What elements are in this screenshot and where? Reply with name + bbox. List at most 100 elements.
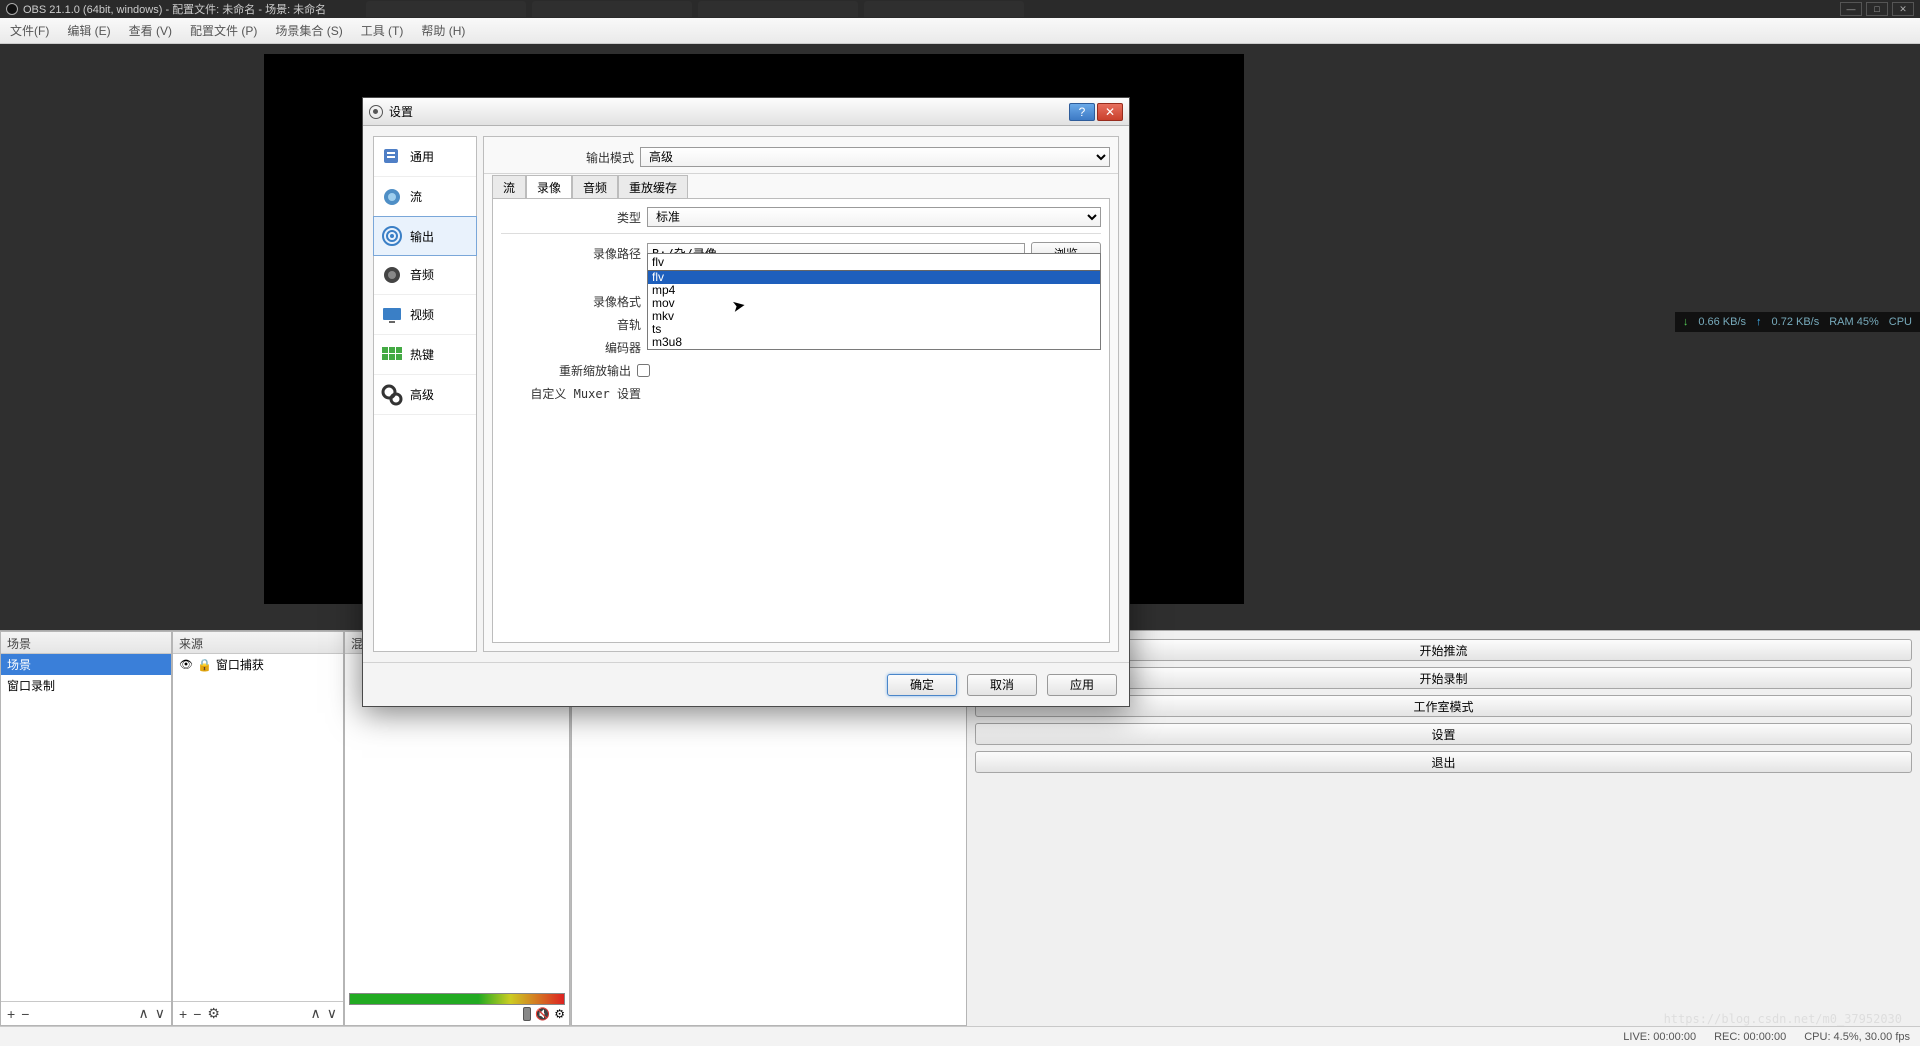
source-down-button[interactable]: ∨ (327, 1005, 337, 1022)
recording-format-dropdown[interactable]: flv flv mp4 mov mkv ts m3u8 (647, 253, 1101, 350)
apply-button[interactable]: 应用 (1047, 674, 1117, 696)
menubar: 文件(F) 编辑 (E) 查看 (V) 配置文件 (P) 场景集合 (S) 工具… (0, 18, 1920, 44)
sidebar-item-output[interactable]: 输出 (373, 216, 477, 256)
dialog-titlebar[interactable]: 设置 ? ✕ (363, 98, 1129, 126)
settings-dialog: 设置 ? ✕ 通用 流 输出 音频 视频 (362, 97, 1130, 707)
cpu-usage: CPU (1889, 316, 1912, 328)
source-up-button[interactable]: ∧ (311, 1005, 321, 1022)
sidebar-item-label: 高级 (410, 386, 434, 403)
format-option-ts[interactable]: ts (648, 323, 1100, 336)
dialog-title-text: 设置 (389, 103, 1067, 120)
scenes-header: 场景 (1, 632, 171, 654)
settings-icon (369, 105, 383, 119)
cancel-button[interactable]: 取消 (967, 674, 1037, 696)
audio-meter (349, 993, 565, 1005)
output-mode-label: 输出模式 (586, 149, 634, 166)
scene-up-button[interactable]: ∧ (139, 1005, 149, 1022)
menu-edit[interactable]: 编辑 (E) (67, 22, 110, 39)
tab-replay[interactable]: 重放缓存 (618, 175, 688, 199)
sidebar-item-label: 通用 (410, 148, 434, 165)
muxer-label: 自定义 Muxer 设置 (501, 385, 641, 402)
recording-format-label: 录像格式 (501, 293, 641, 310)
menu-scene-collection[interactable]: 场景集合 (S) (275, 22, 342, 39)
visibility-icon[interactable]: 👁 (179, 658, 193, 671)
video-icon (380, 303, 404, 327)
scene-down-button[interactable]: ∨ (155, 1005, 165, 1022)
upload-icon: ↑ (1756, 316, 1762, 328)
format-selected-value[interactable]: flv (648, 254, 1100, 271)
general-icon (380, 145, 404, 169)
ok-button[interactable]: 确定 (887, 674, 957, 696)
hotkey-icon (380, 343, 404, 367)
menu-help[interactable]: 帮助 (H) (421, 22, 465, 39)
ram-usage: RAM 45% (1829, 316, 1879, 328)
dialog-help-button[interactable]: ? (1069, 103, 1095, 121)
sidebar-item-label: 音频 (410, 266, 434, 283)
sidebar-item-hotkeys[interactable]: 热键 (374, 335, 476, 375)
remove-source-button[interactable]: − (193, 1006, 201, 1022)
sidebar-item-video[interactable]: 视频 (374, 295, 476, 335)
status-rec: REC: 00:00:00 (1714, 1031, 1786, 1043)
scenes-panel: 场景 场景 窗口录制 + − ∧ ∨ (0, 631, 172, 1026)
settings-sidebar: 通用 流 输出 音频 视频 热键 (373, 136, 477, 652)
mixer-gear-icon[interactable]: ⚙ (554, 1007, 565, 1021)
sidebar-item-audio[interactable]: 音频 (374, 255, 476, 295)
add-scene-button[interactable]: + (7, 1006, 15, 1022)
output-mode-select[interactable]: 高级 (640, 147, 1110, 167)
format-option-flv[interactable]: flv (648, 271, 1100, 284)
status-cpu: CPU: 4.5%, 30.00 fps (1804, 1031, 1910, 1043)
download-icon: ↓ (1683, 316, 1689, 328)
stats-overlay: ↓ 0.66 KB/s ↑ 0.72 KB/s RAM 45% CPU (1675, 312, 1920, 332)
lock-icon[interactable]: 🔒 (197, 658, 212, 672)
exit-button[interactable]: 退出 (975, 751, 1912, 773)
minimize-button[interactable]: — (1840, 2, 1862, 16)
menu-view[interactable]: 查看 (V) (129, 22, 172, 39)
upload-rate: 0.72 KB/s (1772, 316, 1820, 328)
source-item[interactable]: 👁 🔒 窗口捕获 (173, 654, 343, 675)
add-source-button[interactable]: + (179, 1006, 187, 1022)
output-icon (380, 224, 404, 248)
mixer-track-label (349, 979, 565, 991)
scene-item[interactable]: 场景 (1, 654, 171, 675)
scene-item[interactable]: 窗口录制 (1, 675, 171, 696)
mute-icon[interactable]: 🔇 (535, 1007, 550, 1021)
output-tabs: 流 录像 音频 重放缓存 (492, 174, 1110, 198)
sources-panel: 来源 👁 🔒 窗口捕获 + − ⚙ ∧ ∨ (172, 631, 344, 1026)
format-option-m3u8[interactable]: m3u8 (648, 336, 1100, 349)
window-close-button[interactable]: ✕ (1892, 2, 1914, 16)
remove-scene-button[interactable]: − (21, 1006, 29, 1022)
download-rate: 0.66 KB/s (1698, 316, 1746, 328)
rescale-checkbox[interactable] (637, 364, 650, 377)
audio-track-label: 音轨 (501, 316, 641, 333)
volume-slider[interactable] (523, 1007, 531, 1021)
maximize-button[interactable]: □ (1866, 2, 1888, 16)
menu-profile[interactable]: 配置文件 (P) (190, 22, 257, 39)
source-label: 窗口捕获 (216, 656, 264, 673)
app-titlebar: OBS 21.1.0 (64bit, windows) - 配置文件: 未命名 … (0, 0, 1920, 18)
format-option-mov[interactable]: mov (648, 297, 1100, 310)
app-icon (6, 3, 18, 15)
tab-audio[interactable]: 音频 (572, 175, 618, 199)
format-option-mp4[interactable]: mp4 (648, 284, 1100, 297)
gear-icon (380, 383, 404, 407)
menu-file[interactable]: 文件(F) (10, 22, 49, 39)
stream-icon (380, 185, 404, 209)
tab-recording[interactable]: 录像 (526, 175, 572, 199)
menu-tools[interactable]: 工具 (T) (361, 22, 404, 39)
sidebar-item-stream[interactable]: 流 (374, 177, 476, 217)
recording-path-label: 录像路径 (501, 245, 641, 262)
sidebar-item-label: 流 (410, 188, 422, 205)
statusbar: LIVE: 00:00:00 REC: 00:00:00 CPU: 4.5%, … (0, 1026, 1920, 1046)
settings-button[interactable]: 设置 (975, 723, 1912, 745)
source-settings-button[interactable]: ⚙ (207, 1005, 220, 1022)
sidebar-item-general[interactable]: 通用 (374, 137, 476, 177)
dialog-footer: 确定 取消 应用 (363, 662, 1129, 706)
dialog-close-button[interactable]: ✕ (1097, 103, 1123, 121)
settings-content: 输出模式 高级 流 录像 音频 重放缓存 类型 标准 录像路径 (483, 136, 1119, 652)
sidebar-item-advanced[interactable]: 高级 (374, 375, 476, 415)
rescale-label: 重新缩放输出 (501, 362, 631, 379)
sidebar-item-label: 视频 (410, 306, 434, 323)
format-option-mkv[interactable]: mkv (648, 310, 1100, 323)
type-select[interactable]: 标准 (647, 207, 1101, 227)
tab-stream[interactable]: 流 (492, 175, 526, 199)
